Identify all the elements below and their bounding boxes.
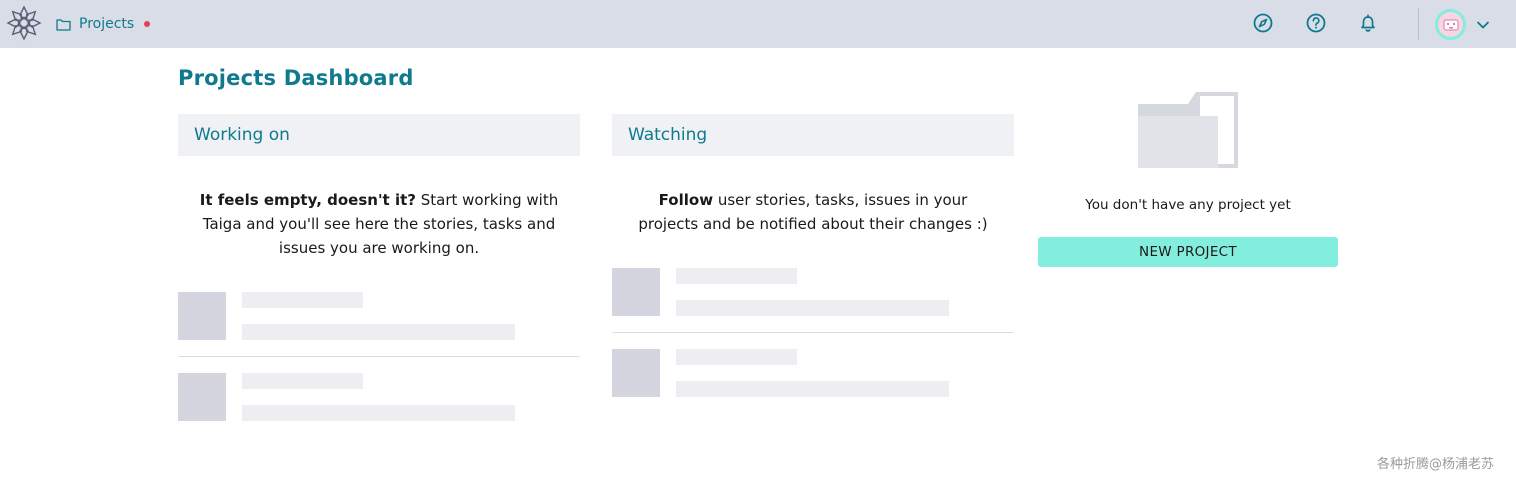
- placeholder-line: [676, 381, 949, 397]
- folder-icon: [56, 18, 71, 31]
- placeholder-line: [676, 268, 797, 284]
- watermark-text: 各种折腾@杨浦老苏: [1377, 457, 1495, 472]
- chevron-down-icon[interactable]: [1476, 18, 1490, 32]
- no-projects-message: You don't have any project yet: [1085, 197, 1291, 213]
- nav-projects-link[interactable]: Projects: [56, 14, 151, 34]
- placeholder-line: [676, 349, 797, 365]
- empty-projects-folder-icon: [1138, 92, 1238, 168]
- discover-icon[interactable]: [1252, 12, 1274, 34]
- item-divider: [178, 356, 580, 357]
- item-divider: [612, 332, 1014, 333]
- working-on-title: Working on: [194, 125, 290, 145]
- placeholder-line: [676, 300, 949, 316]
- nav-projects-label: Projects: [79, 16, 135, 32]
- working-on-header: Working on: [178, 114, 580, 156]
- page-title: Projects Dashboard: [178, 66, 414, 90]
- watching-header: Watching: [612, 114, 1014, 156]
- navbar-divider: [1418, 8, 1419, 40]
- watching-title: Watching: [628, 125, 708, 145]
- avatar-image: [1438, 12, 1463, 37]
- user-avatar[interactable]: [1435, 9, 1466, 40]
- avatar-pattern-icon: [1443, 19, 1458, 30]
- watching-empty-bold: Follow: [658, 191, 714, 209]
- placeholder-thumbnail: [178, 373, 226, 421]
- watching-empty-message: Follow user stories, tasks, issues in yo…: [632, 188, 994, 236]
- new-project-button[interactable]: NEW PROJECT: [1038, 237, 1338, 267]
- placeholder-line: [242, 324, 515, 340]
- help-icon[interactable]: [1305, 12, 1327, 34]
- placeholder-line: [242, 405, 515, 421]
- placeholder-thumbnail: [178, 292, 226, 340]
- placeholder-line: [242, 373, 363, 389]
- placeholder-thumbnail: [612, 349, 660, 397]
- notifications-icon[interactable]: [1357, 12, 1379, 34]
- placeholder-thumbnail: [612, 268, 660, 316]
- notification-dot: [144, 20, 151, 27]
- top-navbar: Projects: [0, 0, 1516, 48]
- logo-icon[interactable]: [6, 5, 42, 41]
- placeholder-line: [242, 292, 363, 308]
- working-on-empty-bold: It feels empty, doesn't it?: [199, 191, 416, 209]
- working-on-empty-message: It feels empty, doesn't it? Start workin…: [198, 188, 560, 260]
